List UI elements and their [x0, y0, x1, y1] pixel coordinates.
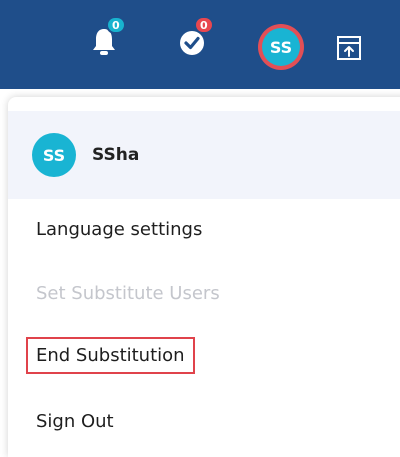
menu-item-end-substitution[interactable]: End Substitution — [26, 337, 195, 374]
tasks-count-badge: 0 — [194, 16, 214, 34]
top-navigation-bar: 0 0 SS — [0, 0, 400, 89]
menu-user-header: SS SSha — [8, 111, 400, 199]
avatar-initials: SS — [262, 28, 300, 66]
user-avatar-button[interactable]: SS — [258, 24, 304, 70]
pin-panel-icon — [335, 36, 363, 66]
notifications-count-badge: 0 — [106, 16, 126, 34]
menu-item-set-substitute-users: Set Substitute Users — [36, 283, 220, 304]
tasks-button[interactable]: 0 — [168, 16, 216, 68]
user-dropdown-menu: SS SSha Language settings Set Substitute… — [8, 97, 400, 457]
menu-item-language-settings[interactable]: Language settings — [36, 219, 202, 240]
notifications-button[interactable]: 0 — [80, 16, 128, 68]
panel-toggle-button[interactable] — [335, 34, 363, 62]
menu-user-name: SSha — [92, 145, 140, 165]
menu-item-sign-out[interactable]: Sign Out — [36, 411, 114, 432]
menu-avatar: SS — [32, 133, 76, 177]
